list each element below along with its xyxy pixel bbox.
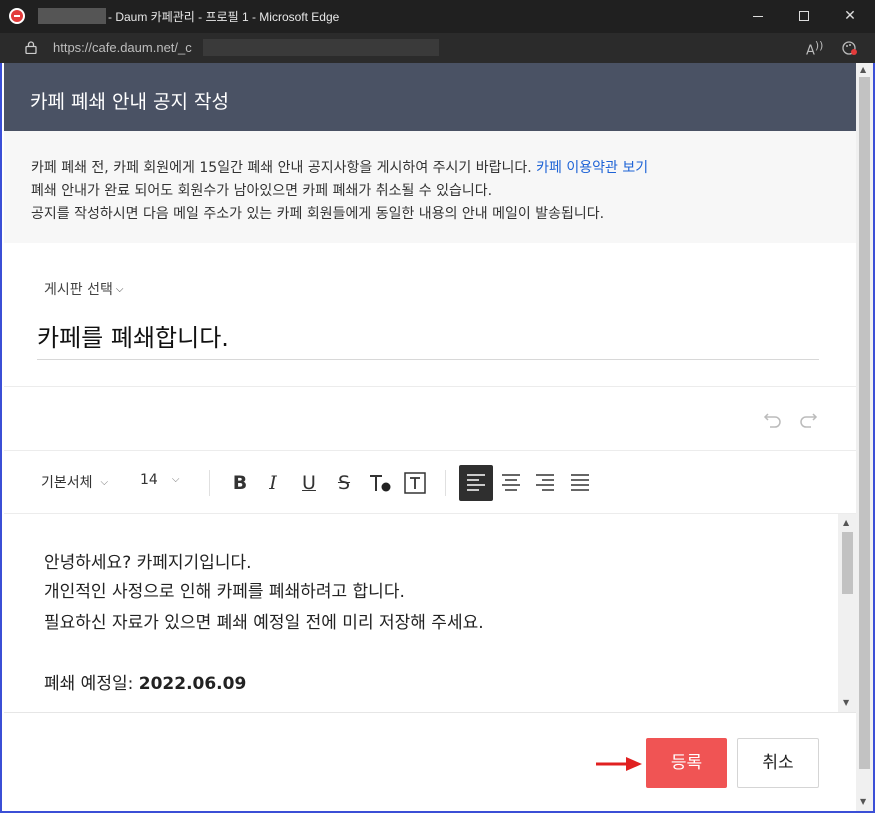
bold-button[interactable]: B xyxy=(224,466,256,500)
editor-scroll-thumb[interactable] xyxy=(842,532,853,594)
post-title-input[interactable]: 카페를 폐쇄합니다. xyxy=(37,318,819,360)
maximize-icon xyxy=(799,11,809,21)
text-color-button[interactable] xyxy=(364,466,396,500)
italic-button[interactable]: I xyxy=(257,466,289,500)
notice-line-2: 폐쇄 안내가 완료 되어도 회원수가 남아있으면 카페 폐쇄가 취소될 수 있습… xyxy=(31,183,493,199)
close-icon: ✕ xyxy=(844,8,856,24)
background-color-button[interactable] xyxy=(399,466,431,500)
redo-icon[interactable] xyxy=(797,408,819,430)
close-date-value: 2022.06.09 xyxy=(138,674,247,694)
window-scrollbar[interactable]: ▲ ▼ xyxy=(856,63,873,811)
scroll-down-icon[interactable]: ▼ xyxy=(860,797,866,806)
undo-icon[interactable] xyxy=(762,408,784,430)
strikethrough-icon: S xyxy=(337,472,351,494)
divider xyxy=(4,386,856,387)
divider xyxy=(4,712,856,713)
align-right-button[interactable] xyxy=(528,465,562,501)
editor-line: 안녕하세요? 카페지기입니다. xyxy=(44,553,252,573)
bold-icon: B xyxy=(232,472,248,494)
board-select-label: 게시판 선택 xyxy=(44,282,113,298)
chevron-down-icon: ⌵ xyxy=(100,477,109,488)
redacted-title-area xyxy=(38,8,106,24)
align-center-icon xyxy=(502,474,520,491)
window-title: - Daum 카페관리 - 프로필 1 - Microsoft Edge xyxy=(108,10,340,24)
font-size-value: 14 xyxy=(140,472,158,488)
terms-link[interactable]: 카페 이용약관 보기 xyxy=(536,160,648,176)
underline-button[interactable]: U xyxy=(293,466,325,500)
chevron-down-icon: ⌵ xyxy=(171,474,180,485)
window-scroll-thumb[interactable] xyxy=(859,77,870,769)
extension-icon[interactable] xyxy=(842,40,858,56)
font-size-select[interactable]: 14 ⌵ xyxy=(140,472,179,488)
underline-icon: U xyxy=(302,472,316,494)
scroll-down-icon[interactable]: ▼ xyxy=(843,698,849,707)
align-right-icon xyxy=(536,474,554,491)
minimize-icon xyxy=(753,16,763,17)
title-bar: - Daum 카페관리 - 프로필 1 - Microsoft Edge ✕ xyxy=(0,0,875,33)
editor-line: 개인적인 사정으로 인해 카페를 폐쇄하려고 합니다. xyxy=(44,582,405,602)
chevron-down-icon: ⌵ xyxy=(115,284,124,295)
divider xyxy=(4,450,856,451)
toolbar-divider xyxy=(445,470,446,496)
submit-button[interactable]: 등록 xyxy=(646,738,727,788)
lock-icon xyxy=(25,41,37,54)
minimize-button[interactable] xyxy=(735,0,781,33)
annotation-arrow-icon xyxy=(596,757,642,771)
font-family-select[interactable]: 기본서체 ⌵ xyxy=(41,472,108,492)
close-button[interactable]: ✕ xyxy=(827,0,873,33)
align-left-icon xyxy=(467,474,485,491)
notice-line-1-text: 카페 폐쇄 전, 카페 회원에게 15일간 폐쇄 안내 공지사항을 게시하여 주… xyxy=(31,160,532,176)
font-family-value: 기본서체 xyxy=(41,475,93,491)
page-header: 카페 폐쇄 안내 공지 작성 xyxy=(4,63,856,131)
notice-line-1: 카페 폐쇄 전, 카페 회원에게 15일간 폐쇄 안내 공지사항을 게시하여 주… xyxy=(31,157,648,177)
notice-line-3: 공지를 작성하시면 다음 메일 주소가 있는 카페 회원들에게 동일한 내용의 … xyxy=(31,206,605,222)
strikethrough-button[interactable]: S xyxy=(328,466,360,500)
redacted-url-area xyxy=(203,39,439,56)
align-justify-button[interactable] xyxy=(563,465,597,501)
url-text: https://cafe.daum.net/_c xyxy=(53,40,192,55)
text-color-icon xyxy=(370,475,391,492)
notice-box: 카페 폐쇄 전, 카페 회원에게 15일간 폐쇄 안내 공지사항을 게시하여 주… xyxy=(4,131,856,243)
align-center-button[interactable] xyxy=(494,465,528,501)
align-left-button[interactable] xyxy=(459,465,493,501)
daum-app-icon xyxy=(9,8,25,24)
scroll-up-icon[interactable]: ▲ xyxy=(860,65,866,74)
editor-scrollbar[interactable]: ▲ ▼ xyxy=(838,514,856,712)
align-justify-icon xyxy=(571,474,589,491)
close-date-line: 폐쇄 예정일: 2022.06.09 xyxy=(44,669,246,694)
close-date-label: 폐쇄 예정일: xyxy=(44,674,139,694)
toolbar-divider xyxy=(209,470,210,496)
background-color-icon xyxy=(404,472,426,494)
maximize-button[interactable] xyxy=(781,0,827,33)
page-title: 카페 폐쇄 안내 공지 작성 xyxy=(30,91,229,113)
editor-line: 필요하신 자료가 있으면 폐쇄 예정일 전에 미리 저장해 주세요. xyxy=(44,613,484,633)
board-select-dropdown[interactable]: 게시판 선택 ⌵ xyxy=(44,279,123,299)
cancel-button[interactable]: 취소 xyxy=(737,738,819,788)
read-aloud-icon[interactable]: A)) xyxy=(806,39,823,58)
scroll-up-icon[interactable]: ▲ xyxy=(843,518,849,527)
content-editor[interactable]: 안녕하세요? 카페지기입니다. 개인적인 사정으로 인해 카페를 폐쇄하려고 합… xyxy=(4,514,838,712)
address-bar[interactable]: https://cafe.daum.net/_c A)) xyxy=(0,33,875,63)
italic-icon: I xyxy=(269,472,277,494)
